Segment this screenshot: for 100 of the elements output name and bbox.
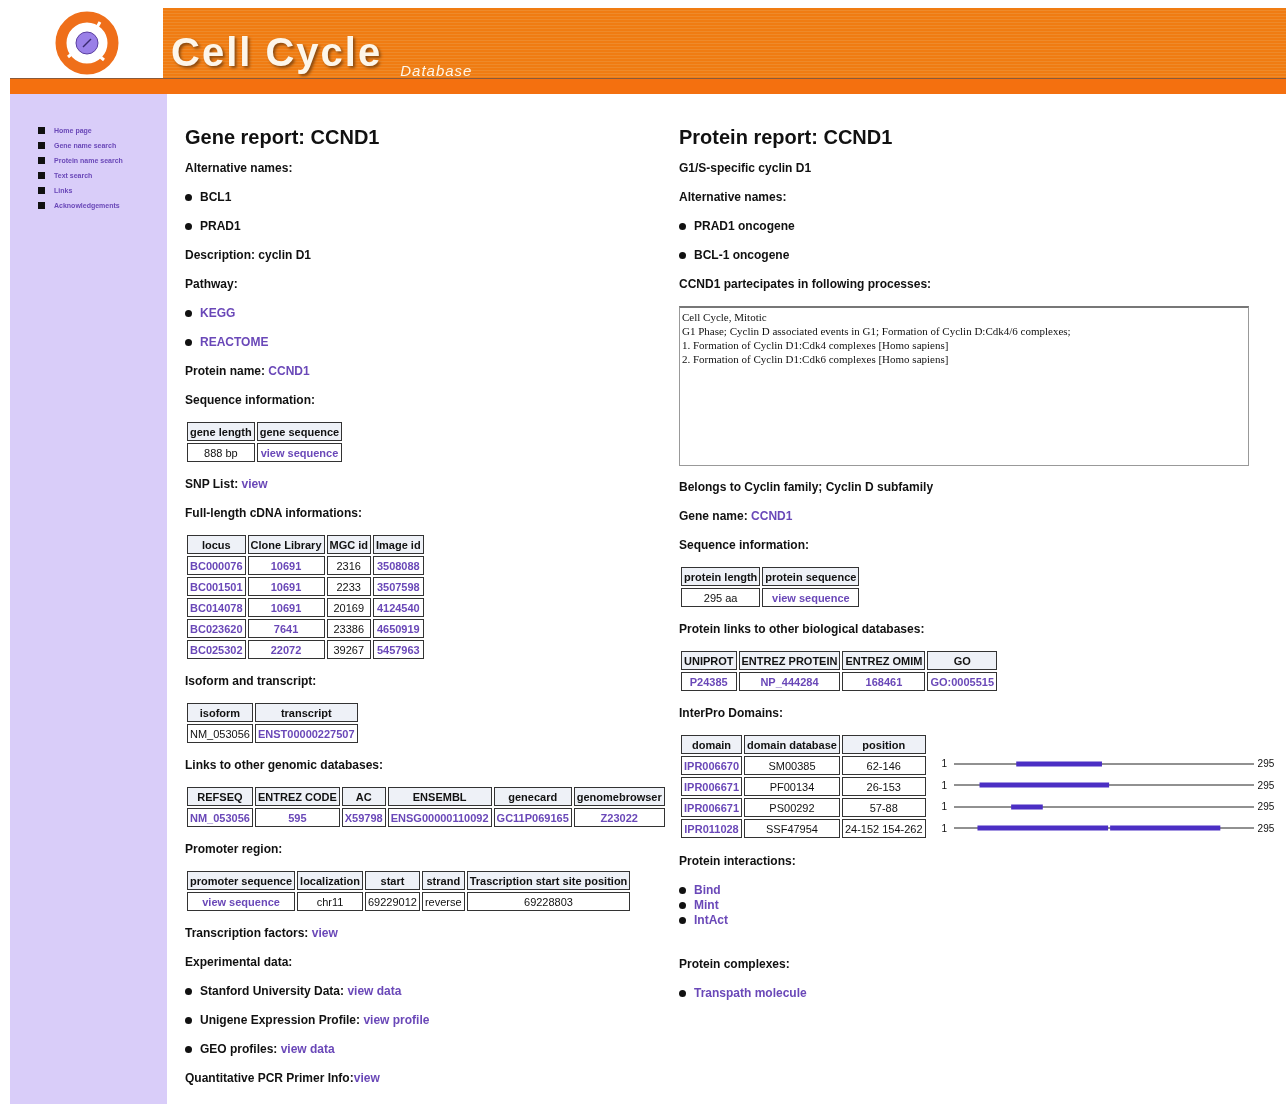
column-header: REFSEQ xyxy=(187,787,253,806)
link[interactable]: view xyxy=(353,1071,380,1085)
table-link[interactable]: IPR006670 xyxy=(681,756,743,775)
table-link[interactable]: BC023620 xyxy=(187,619,246,638)
field-label: G1/S-specific cyclin D1 xyxy=(679,161,813,175)
link[interactable]: KEGG xyxy=(200,306,236,320)
list-item: GEO profiles: view data xyxy=(200,1042,335,1056)
column-header: ENTREZ CODE xyxy=(254,787,340,806)
table-cell: 24-152 154-262 xyxy=(841,819,926,838)
table-link[interactable]: 168461 xyxy=(842,672,926,691)
track-end: 295 xyxy=(1257,801,1275,813)
column-header: MGC id xyxy=(326,535,371,554)
column-header: transcript xyxy=(254,703,358,722)
table-cell: SSF47954 xyxy=(744,819,840,838)
table-cell: 39267 xyxy=(326,640,371,659)
table-link[interactable]: view sequence xyxy=(187,892,296,911)
table-cell: 69228803 xyxy=(466,892,631,911)
link[interactable]: view data xyxy=(347,984,402,998)
square-bullet-icon xyxy=(38,171,45,179)
column-header: genecard xyxy=(493,787,572,806)
column-header: GO xyxy=(927,651,998,670)
table-link[interactable]: X59798 xyxy=(341,808,386,827)
table-link[interactable]: BC000076 xyxy=(187,556,246,575)
table-link[interactable]: Z23022 xyxy=(573,808,665,827)
column-header: localization xyxy=(297,871,363,890)
link[interactable]: Mint xyxy=(694,898,719,912)
column-header: gene length xyxy=(187,422,255,441)
bullet-icon xyxy=(185,338,192,346)
report-title: Protein report: CCND1 xyxy=(679,126,894,149)
field-label: Experimental data: xyxy=(185,955,294,969)
table-cell: 26-153 xyxy=(841,777,926,796)
link[interactable]: REACTOME xyxy=(200,335,269,349)
table-link[interactable]: BC001501 xyxy=(187,577,246,596)
link[interactable]: view xyxy=(311,926,338,940)
table-link[interactable]: 3507598 xyxy=(373,577,424,596)
table-link[interactable]: 4650919 xyxy=(373,619,424,638)
table-link[interactable]: 595 xyxy=(254,808,340,827)
table-link[interactable]: 10691 xyxy=(247,598,325,617)
list-item: PRAD1 oncogene xyxy=(694,219,795,233)
track-start: 1 xyxy=(941,779,949,791)
table-link[interactable]: NP_444284 xyxy=(738,672,841,691)
column-header: ENTREZ OMIM xyxy=(842,651,926,670)
track-end: 295 xyxy=(1257,779,1275,791)
table-link[interactable]: IPR006671 xyxy=(681,777,743,796)
list-item: Stanford University Data: view data xyxy=(200,984,402,998)
table-link[interactable]: GC11P069165 xyxy=(493,808,572,827)
field-label: Full-length cDNA informations: xyxy=(185,506,363,520)
link[interactable]: CCND1 xyxy=(751,509,793,523)
table-link[interactable]: 4124540 xyxy=(373,598,424,617)
column-header: gene sequence xyxy=(256,422,343,441)
link[interactable]: IntAct xyxy=(694,913,728,927)
table-link[interactable]: view sequence xyxy=(256,443,343,462)
table-link[interactable]: NM_053056 xyxy=(187,808,253,827)
field-label: Pathway: xyxy=(185,277,239,291)
table-link[interactable]: 5457963 xyxy=(373,640,424,659)
table-link[interactable]: IPR011028 xyxy=(681,819,743,838)
link[interactable]: Transpath molecule xyxy=(694,986,807,1000)
table-link[interactable]: 22072 xyxy=(247,640,325,659)
field-label: SNP List: view xyxy=(185,477,269,491)
field-label: Sequence information: xyxy=(679,538,810,552)
column-header: Image id xyxy=(373,535,424,554)
table-link[interactable]: ENST00000227507 xyxy=(254,724,358,743)
link[interactable]: Bind xyxy=(694,883,721,897)
table-cell: NM_053056 xyxy=(187,724,253,743)
bullet-icon xyxy=(185,222,192,230)
track-end: 295 xyxy=(1257,822,1275,834)
track-start: 1 xyxy=(941,822,949,834)
link[interactable]: view xyxy=(241,477,268,491)
square-bullet-icon xyxy=(38,126,45,134)
table-cell: 295 aa xyxy=(681,588,761,607)
column-header: promoter sequence xyxy=(187,871,296,890)
table-cell: 57-88 xyxy=(841,798,926,817)
table-cell: 888 bp xyxy=(187,443,255,462)
bullet-icon xyxy=(679,251,686,259)
table-link[interactable]: 3508088 xyxy=(373,556,424,575)
bullet-icon xyxy=(679,222,686,230)
bullet-icon xyxy=(185,309,192,317)
table-link[interactable]: 7641 xyxy=(247,619,325,638)
table-cell: 2316 xyxy=(326,556,371,575)
square-bullet-icon xyxy=(38,186,45,194)
link[interactable]: view data xyxy=(280,1042,335,1056)
table-link[interactable]: 10691 xyxy=(247,577,325,596)
table-link[interactable]: ENSG00000110092 xyxy=(387,808,492,827)
field-label: Protein name: CCND1 xyxy=(185,364,311,378)
table-link[interactable]: P24385 xyxy=(681,672,737,691)
site-title: Cell Cycle xyxy=(171,32,383,76)
table-cell: reverse xyxy=(421,892,465,911)
table-link[interactable]: IPR006671 xyxy=(681,798,743,817)
list-item: Unigene Expression Profile: view profile xyxy=(200,1013,430,1027)
link[interactable]: CCND1 xyxy=(268,364,310,378)
table-link[interactable]: BC014078 xyxy=(187,598,246,617)
link[interactable]: view profile xyxy=(363,1013,430,1027)
table-link[interactable]: GO:0005515 xyxy=(927,672,998,691)
table-link[interactable]: BC025302 xyxy=(187,640,246,659)
column-header: ENSEMBL xyxy=(387,787,492,806)
table-link[interactable]: 10691 xyxy=(247,556,325,575)
column-header: start xyxy=(365,871,420,890)
table-link[interactable]: view sequence xyxy=(762,588,860,607)
processes-field[interactable]: Cell Cycle, Mitotic G1 Phase; Cyclin D associated events in G1; Formation of Cyclin D:Cdk4/6 complexes; 1. Formation of Cyclin D1:Cdk4 complexes [Homo sapiens] 2. Formation of Cyclin D1:Cdk6 complexes [Homo sapiens] xyxy=(679,306,1249,466)
field-label: Description: cyclin D1 xyxy=(185,248,313,262)
